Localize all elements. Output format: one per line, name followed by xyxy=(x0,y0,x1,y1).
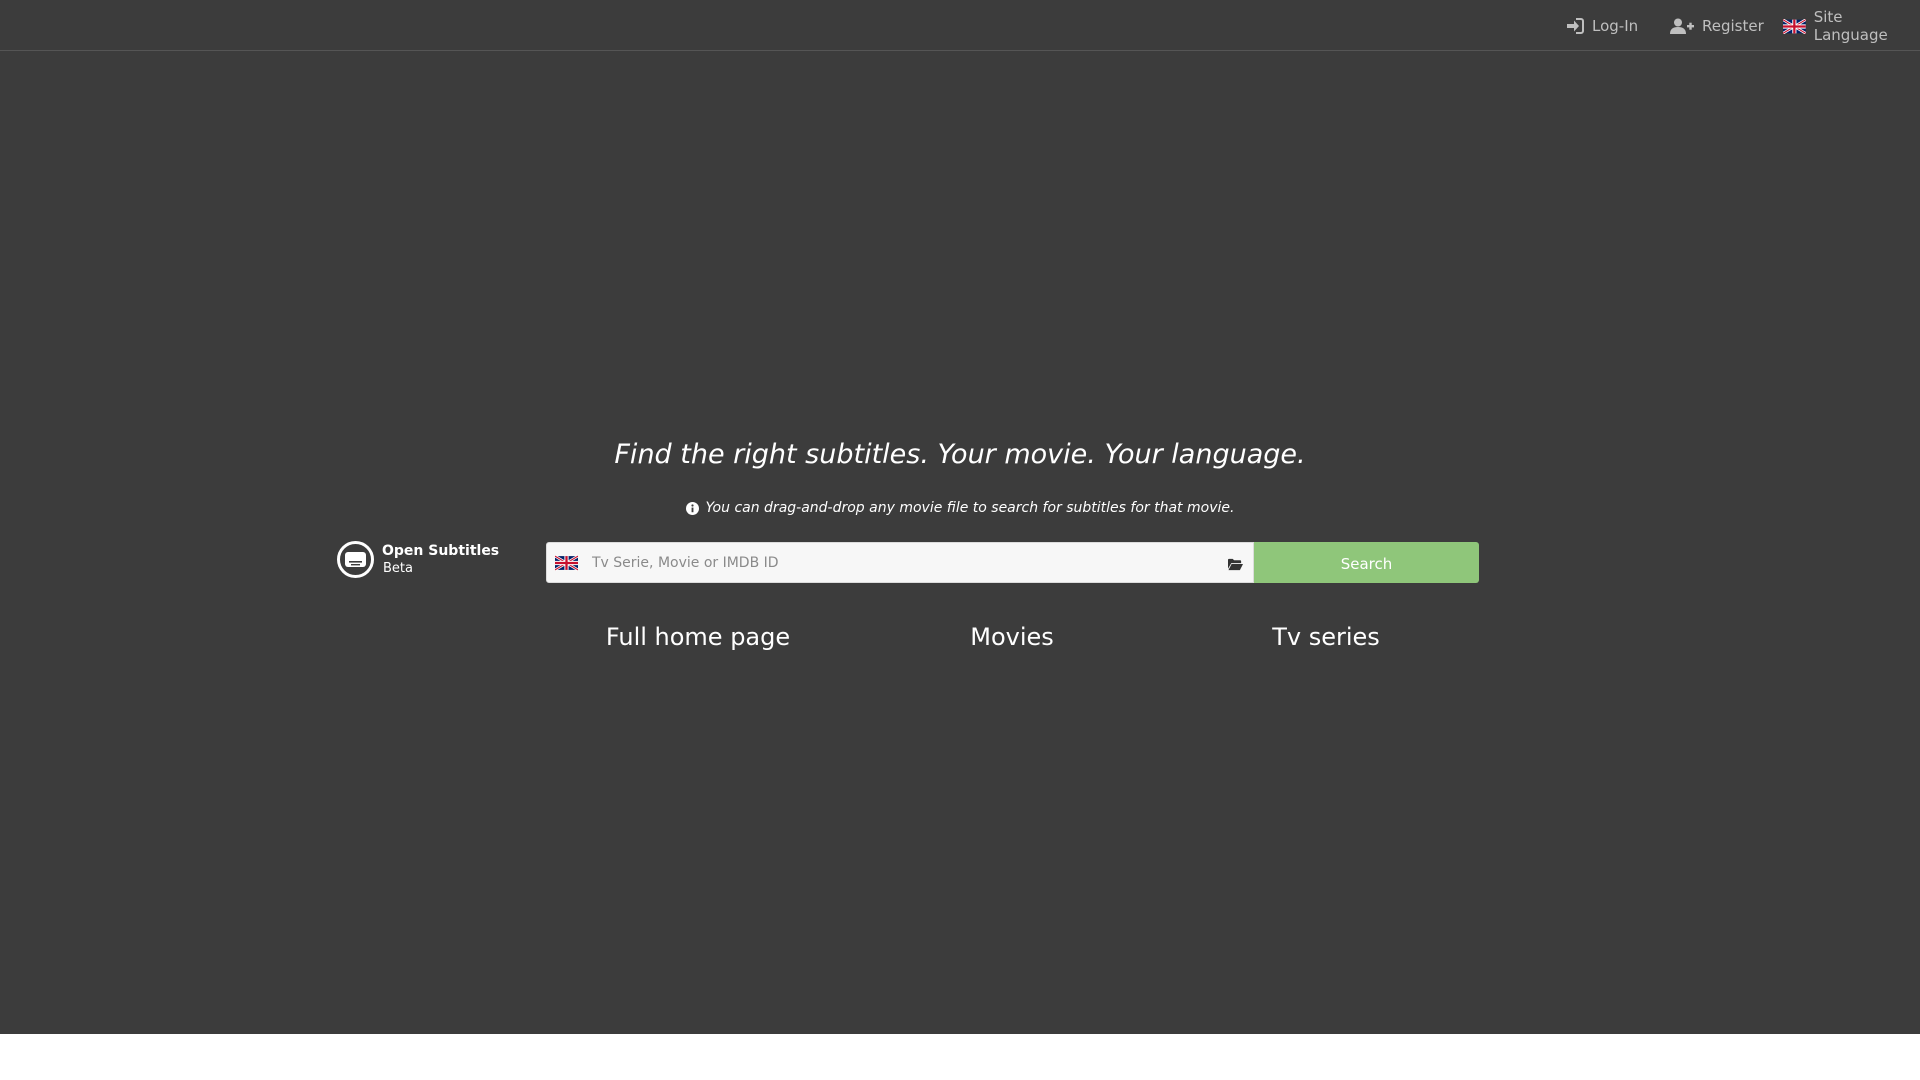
sign-in-icon xyxy=(1567,18,1584,34)
user-plus-icon xyxy=(1670,18,1694,34)
uk-flag-icon xyxy=(555,554,578,571)
search-language-selector[interactable] xyxy=(555,554,578,571)
register-label: Register xyxy=(1702,17,1764,35)
brand-logo-link[interactable]: Open Subtitles Beta xyxy=(337,541,499,578)
drag-drop-hint: You can drag-and-drop any movie file to … xyxy=(0,500,1920,516)
folder-open-icon xyxy=(1228,558,1243,571)
info-circle-icon xyxy=(685,501,699,515)
top-navbar: Log-In Register Site Language xyxy=(0,0,1920,51)
hero-tagline: Find the right subtitles. Your movie. Yo… xyxy=(614,439,1306,470)
search-button[interactable]: Search xyxy=(1254,542,1479,583)
search-box xyxy=(546,542,1254,583)
brand-subtitle: Beta xyxy=(383,560,413,576)
open-subtitles-logo-icon xyxy=(337,541,374,578)
brand-name: Open Subtitles xyxy=(382,542,500,559)
drag-drop-hint-text: You can drag-and-drop any movie file to … xyxy=(705,500,1235,516)
register-link[interactable]: Register xyxy=(1670,15,1764,37)
full-home-page-link[interactable]: Full home page xyxy=(568,623,828,651)
login-label: Log-In xyxy=(1592,17,1639,35)
search-input[interactable] xyxy=(592,547,1192,578)
brand-text: Open Subtitles Beta xyxy=(382,543,499,577)
tv-series-link[interactable]: Tv series xyxy=(1196,623,1456,651)
page-background: Log-In Register Site Language Find the r… xyxy=(0,0,1920,1034)
site-language-menu[interactable]: Site Language xyxy=(1783,8,1920,44)
site-language-label: Site Language xyxy=(1813,8,1888,44)
uk-flag-icon xyxy=(1783,18,1806,34)
movies-link[interactable]: Movies xyxy=(882,623,1142,651)
open-file-button[interactable] xyxy=(1228,556,1243,575)
login-link[interactable]: Log-In xyxy=(1566,15,1638,37)
